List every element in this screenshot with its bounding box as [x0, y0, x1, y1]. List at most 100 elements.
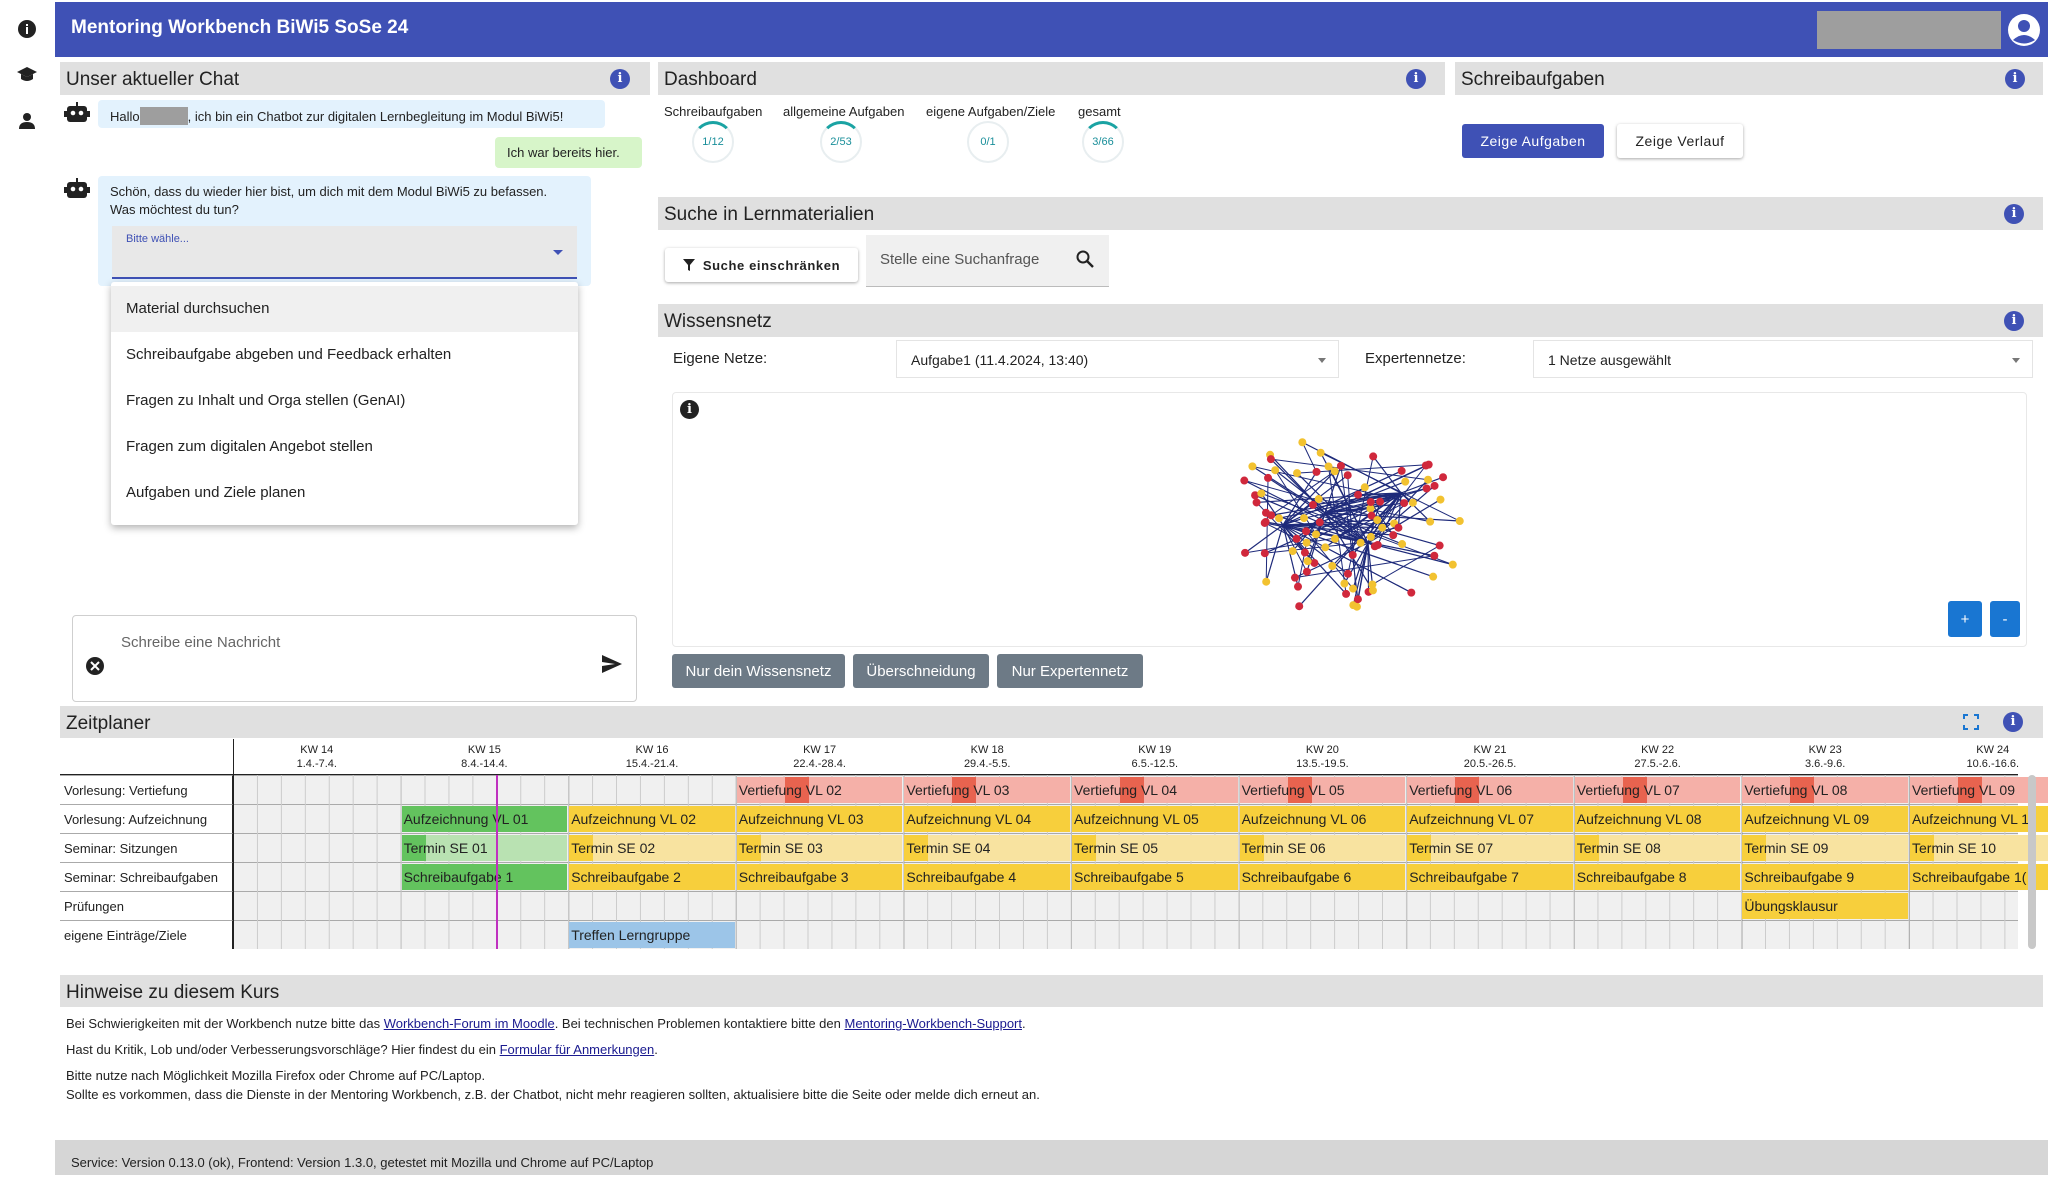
forum-link[interactable]: Workbench-Forum im Moodle: [384, 1016, 555, 1031]
filter-search-button[interactable]: Suche einschränken: [665, 248, 858, 282]
info-icon[interactable]: [15, 17, 39, 41]
search-icon[interactable]: [1076, 250, 1094, 273]
show-tasks-button[interactable]: Zeige Aufgaben: [1462, 124, 1604, 158]
aufzeichnung-entry[interactable]: Aufzeichnung VL 05: [1072, 806, 1238, 832]
week-range: 20.5.-26.5.: [1463, 758, 1517, 770]
support-link[interactable]: Mentoring-Workbench-Support: [844, 1016, 1022, 1031]
user-reply-text: Ich war bereits hier.: [507, 145, 620, 160]
vertiefung-entry[interactable]: Vertiefung VL 02: [736, 777, 903, 803]
timeline-header-line: [60, 774, 2018, 775]
own-nets-label: Eigene Netze:: [673, 350, 768, 367]
menu-option-digital[interactable]: Fragen zum digitalen Angebot stellen: [111, 424, 578, 470]
person-icon[interactable]: [15, 109, 39, 133]
chatbot-avatar-icon: [64, 101, 92, 125]
sitzung-entry[interactable]: Termin SE 08: [1574, 835, 1741, 861]
vertiefung-entry[interactable]: Vertiefung VL 08: [1742, 777, 1908, 803]
schreibaufgabe-entry[interactable]: Schreibaufgabe 5: [1072, 864, 1238, 890]
hint-line-3: Bitte nutze nach Möglichkeit Mozilla Fir…: [66, 1068, 486, 1083]
week-header: KW 18 29.4.-5.5.: [937, 743, 1037, 771]
footer-status: Service: Version 0.13.0 (ok), Frontend: …: [55, 1140, 2048, 1175]
menu-option-schreibaufgabe[interactable]: Schreibaufgabe abgeben und Feedback erha…: [111, 332, 578, 378]
chat-option-select[interactable]: Bitte wähle...: [112, 226, 577, 279]
gauge-allgemein: 2/53: [820, 121, 862, 163]
expert-nets-select[interactable]: 1 Netze ausgewählt: [1533, 340, 2033, 378]
vertiefung-entry[interactable]: Vertiefung VL 03: [904, 777, 1070, 803]
gauge-value: 0/1: [980, 136, 996, 148]
schreibaufgabe-entry[interactable]: Schreibaufgabe 7: [1407, 864, 1573, 890]
timeline-scrollbar[interactable]: [2028, 775, 2036, 949]
timeline-row-label: Prüfungen: [60, 891, 233, 920]
aufzeichnung-entry[interactable]: Aufzeichnung VL 04: [904, 806, 1070, 832]
aufzeichnung-entry[interactable]: Aufzeichnung VL 02: [569, 806, 735, 832]
search-title: Suche in Lernmaterialien: [664, 204, 875, 225]
schreibaufgabe-entry[interactable]: Schreibaufgabe 8: [1574, 864, 1741, 890]
sitzung-entry[interactable]: Termin SE 09: [1742, 835, 1908, 861]
dashboard-title: Dashboard: [664, 69, 757, 90]
schreibaufgabe-entry[interactable]: Schreibaufgabe 1: [401, 864, 568, 890]
sitzung-entry[interactable]: Termin SE 05: [1072, 835, 1238, 861]
search-info-icon[interactable]: i: [2004, 204, 2024, 224]
menu-option-planen[interactable]: Aufgaben und Ziele planen: [111, 470, 578, 516]
aufzeichnung-entry[interactable]: Aufzeichnung VL 07: [1407, 806, 1573, 832]
send-icon[interactable]: [601, 654, 623, 679]
vertiefung-entry[interactable]: Vertiefung VL 04: [1072, 777, 1238, 803]
graduation-cap-icon[interactable]: [15, 63, 39, 87]
zoom-in-button[interactable]: +: [1948, 601, 1982, 637]
only-own-net-button[interactable]: Nur dein Wissensnetz: [672, 654, 845, 688]
greeting-prefix: Hallo: [110, 109, 140, 124]
chevron-down-icon: [553, 250, 563, 255]
menu-option-material[interactable]: Material durchsuchen: [111, 286, 578, 332]
sitzung-entry[interactable]: Termin SE 06: [1239, 835, 1406, 861]
week-header: KW 16 15.4.-21.4.: [602, 743, 702, 771]
vertiefung-entry[interactable]: Vertiefung VL 05: [1239, 777, 1406, 803]
feedback-form-link[interactable]: Formular für Anmerkungen: [500, 1042, 655, 1057]
network-canvas[interactable]: i + -: [672, 392, 2027, 647]
hinweise-title: Hinweise zu diesem Kurs: [66, 982, 280, 1003]
dashboard-info-icon[interactable]: i: [1406, 69, 1426, 89]
left-rail: [0, 0, 55, 1175]
only-expert-net-button[interactable]: Nur Expertennetz: [997, 654, 1143, 688]
account-icon[interactable]: [2007, 13, 2041, 47]
week-number: KW 23: [1808, 744, 1842, 756]
schreibaufgabe-entry[interactable]: Schreibaufgabe 4: [904, 864, 1070, 890]
aufzeichnung-entry[interactable]: Aufzeichnung VL 09: [1742, 806, 1908, 832]
week-range: 3.6.-9.6.: [1805, 758, 1846, 770]
zoom-out-button[interactable]: -: [1990, 601, 2020, 637]
search-input[interactable]: Stelle eine Suchanfrage: [866, 235, 1109, 287]
aufzeichnung-entry[interactable]: Aufzeichnung VL 01: [401, 806, 568, 832]
chat-title: Unser aktueller Chat: [66, 69, 240, 90]
vertiefung-entry[interactable]: Vertiefung VL 06: [1407, 777, 1573, 803]
sitzung-entry[interactable]: Termin SE 03: [736, 835, 903, 861]
own-nets-select[interactable]: Aufgabe1 (11.4.2024, 13:40): [896, 340, 1339, 378]
schreibaufgabe-entry[interactable]: Schreibaufgabe 3: [736, 864, 903, 890]
today-marker: [496, 775, 499, 949]
schreibaufgaben-info-icon[interactable]: i: [2005, 69, 2025, 89]
aufzeichnung-entry[interactable]: Aufzeichnung VL 03: [736, 806, 903, 832]
aufzeichnung-entry[interactable]: Aufzeichnung VL 08: [1574, 806, 1741, 832]
sitzung-entry[interactable]: Termin SE 04: [904, 835, 1070, 861]
wissensnetz-info-icon[interactable]: i: [2004, 311, 2024, 331]
chat-input-box[interactable]: Schreibe eine Nachricht: [72, 615, 637, 702]
week-range: 22.4.-28.4.: [793, 758, 846, 770]
fullscreen-icon[interactable]: [1963, 714, 1979, 735]
show-history-button[interactable]: Zeige Verlauf: [1617, 124, 1743, 158]
vertiefung-entry[interactable]: Vertiefung VL 07: [1574, 777, 1741, 803]
sitzung-entry[interactable]: Termin SE 02: [569, 835, 735, 861]
filter-icon: [682, 259, 695, 271]
overlap-button[interactable]: Überschneidung: [853, 654, 989, 688]
week-number: KW 16: [635, 744, 669, 756]
chat-info-icon[interactable]: i: [610, 69, 630, 89]
schreibaufgabe-entry[interactable]: Schreibaufgabe 6: [1239, 864, 1406, 890]
eigene-entry[interactable]: Treffen Lerngruppe: [569, 922, 735, 948]
week-number: KW 22: [1641, 744, 1675, 756]
menu-option-genai[interactable]: Fragen zu Inhalt und Orga stellen (GenAI…: [111, 378, 578, 424]
week-header: KW 24 10.6.-16.6.: [1943, 743, 2043, 771]
schreibaufgabe-entry[interactable]: Schreibaufgabe 2: [569, 864, 735, 890]
pruefung-entry[interactable]: Übungsklausur: [1742, 893, 1908, 919]
schreibaufgabe-entry[interactable]: Schreibaufgabe 9: [1742, 864, 1908, 890]
sitzung-entry[interactable]: Termin SE 07: [1407, 835, 1573, 861]
sitzung-entry[interactable]: Termin SE 01: [401, 835, 568, 861]
zeitplaner-info-icon[interactable]: i: [2003, 712, 2023, 732]
aufzeichnung-entry[interactable]: Aufzeichnung VL 06: [1239, 806, 1406, 832]
clear-icon[interactable]: [85, 656, 105, 681]
